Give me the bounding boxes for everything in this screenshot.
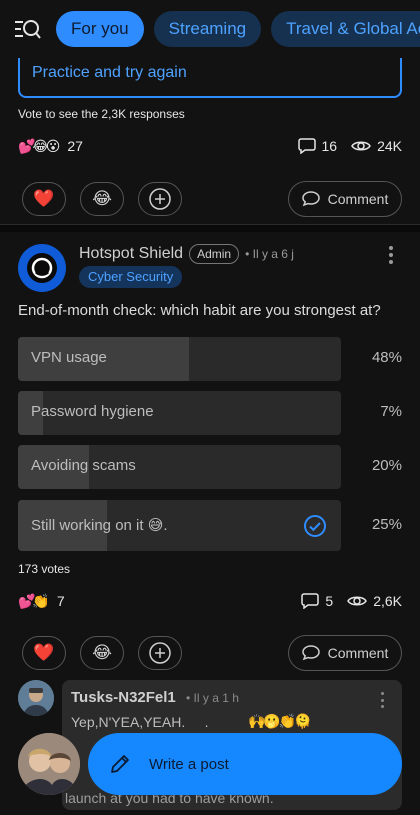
heart-icon: ❤️ (33, 643, 55, 662)
heart-react-button[interactable]: ❤️ (22, 636, 66, 670)
plus-icon (149, 642, 171, 664)
reaction-count: 7 (56, 593, 65, 609)
comment-more-options-icon[interactable] (378, 692, 386, 708)
comment-icon (301, 593, 320, 609)
add-reaction-button[interactable] (138, 182, 182, 216)
poll-option-percent: 20% (371, 457, 402, 474)
laugh-emoji-icon: 😂 (92, 643, 112, 662)
shield-logo-icon (27, 253, 57, 283)
post-author-line: Hotspot Shield Admin • Il y a 6 j (79, 244, 294, 264)
view-count: 2,6K (373, 593, 402, 609)
hotspot-shield-avatar[interactable] (18, 244, 66, 292)
top-bar: For you Streaming Travel & Global Acces (0, 0, 420, 58)
reaction-emojis: 💕😂😮 (18, 137, 60, 154)
commenter-name[interactable]: Tusks-N32Fel1 (71, 689, 176, 706)
comment-time: • Il y a 1 h (186, 691, 239, 705)
category-tag[interactable]: Cyber Security (79, 266, 183, 288)
heart-react-button[interactable]: ❤️ (22, 182, 66, 216)
comment-icon (301, 191, 320, 207)
comment-button[interactable]: Comment (288, 635, 402, 671)
reaction-emojis: 💕👏 (18, 592, 50, 609)
comment-button-label: Comment (327, 191, 389, 207)
group-photo-avatar-icon (18, 733, 80, 795)
comment-emojis: 🙌🫢👏🫠 (248, 713, 312, 729)
write-post-button[interactable]: Write a post (88, 733, 402, 795)
poll-option[interactable]: Avoiding scams 20% (18, 445, 402, 489)
laugh-react-button[interactable]: 😂 (80, 182, 124, 216)
post-comments-stat[interactable]: 5 (301, 593, 333, 609)
post-more-options-icon[interactable] (384, 246, 398, 264)
comment-button-label: Comment (327, 645, 389, 661)
vote-note: Vote to see the 2,3K responses (18, 107, 185, 121)
reaction-count: 27 (67, 138, 83, 154)
post-actions-row: ❤️ 😂 Comment (22, 635, 402, 671)
poll-option-label: Still working on it 😅. (31, 517, 168, 534)
eye-icon (351, 141, 371, 151)
poll-option-percent: 7% (380, 403, 402, 420)
poll-option[interactable]: VPN usage 48% (18, 337, 402, 381)
post-reactions[interactable]: 💕👏 7 (18, 593, 65, 610)
person-avatar-icon (18, 680, 54, 716)
comment-icon (297, 138, 316, 154)
poll-option-label: Password hygiene (31, 403, 154, 420)
admin-badge: Admin (189, 244, 240, 264)
poll-option-label: VPN usage (31, 349, 107, 366)
reply-avatar[interactable] (18, 733, 80, 795)
menu-search-icon[interactable] (14, 12, 42, 46)
poll-option[interactable]: Password hygiene 7% (18, 391, 402, 435)
laugh-emoji-icon: 😂 (92, 189, 112, 208)
heart-icon: ❤️ (33, 189, 55, 208)
prev-views-stat: 24K (351, 138, 402, 154)
view-count: 24K (377, 138, 402, 154)
plus-icon (149, 188, 171, 210)
post-divider (0, 224, 420, 232)
prev-poll-option[interactable]: Practice and try again (18, 58, 402, 98)
prev-reactions[interactable]: 💕😂😮 27 (18, 138, 83, 155)
add-reaction-button[interactable] (138, 636, 182, 670)
prev-stats-row: 💕😂😮 27 16 24K (18, 135, 402, 157)
comment-icon (301, 645, 320, 661)
post-views-stat: 2,6K (347, 593, 402, 609)
write-post-label: Write a post (149, 755, 229, 773)
tab-for-you[interactable]: For you (56, 11, 144, 47)
comment-count: 16 (321, 138, 338, 154)
poll-option-label: Avoiding scams (31, 457, 136, 474)
post-time: • Il y a 6 j (245, 247, 294, 261)
tab-streaming[interactable]: Streaming (153, 11, 262, 47)
author-name[interactable]: Hotspot Shield (79, 245, 183, 263)
vote-count: 173 votes (18, 562, 71, 576)
comment-text: Yep,N'YEA,YEAH. . (71, 714, 209, 730)
comment-count: 5 (325, 593, 334, 609)
poll-option-percent: 48% (371, 349, 402, 366)
check-circle-icon (304, 515, 326, 537)
poll-option-percent: 25% (371, 516, 402, 533)
laugh-react-button[interactable]: 😂 (80, 636, 124, 670)
post-stats-row: 💕👏 7 5 2,6K (18, 590, 402, 612)
pencil-icon (111, 755, 129, 773)
prev-comments-stat[interactable]: 16 (297, 138, 338, 154)
prev-actions-row: ❤️ 😂 Comment (22, 181, 402, 217)
eye-icon (347, 596, 368, 606)
tab-travel-global-access[interactable]: Travel & Global Acces (271, 11, 420, 47)
comment-button[interactable]: Comment (288, 181, 402, 217)
poll-question: End-of-month check: which habit are you … (18, 302, 381, 319)
poll-option-selected[interactable]: Still working on it 😅. 25% (18, 500, 402, 551)
commenter-avatar[interactable] (18, 680, 54, 716)
